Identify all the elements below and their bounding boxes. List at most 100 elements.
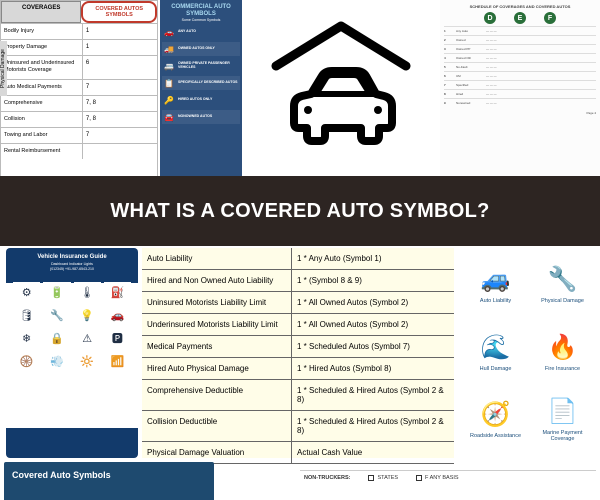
truck-icon: 🚚: [163, 44, 175, 54]
policy-value: 1 * All Owned Autos (Symbol 2): [292, 292, 454, 313]
van-icon: 🚐: [163, 61, 175, 71]
policy-label: Uninsured Motorists Liability Limit: [142, 292, 292, 313]
cov-row-label: Bodily Injury: [1, 24, 83, 39]
non-truckers-label: NON-TRUCKERS:: [304, 475, 350, 481]
guide-brand: ENJOY: [10, 388, 134, 395]
ins-icon-cell: 🌊 Hull Damage: [464, 321, 527, 384]
ins-icon-cell: 🔥 Fire Insurance: [531, 321, 594, 384]
fragment-form-checkboxes: NON-TRUCKERS: STATES F ANY BASIS: [300, 470, 596, 500]
tile-insurance-icon-grid: 🚙Auto Liability 🔧 Physical Damage 🌊 Hull D…: [458, 248, 600, 458]
fire-icon: 🔥: [548, 334, 578, 363]
coverages-header-right-circled: COVERED AUTOS SYMBOLS: [81, 1, 157, 23]
guide-phone: (012345) +91-987-6543-210: [10, 267, 134, 271]
checkbox-icon: [416, 475, 422, 481]
cov-row-label: Towing and Labor: [1, 128, 83, 143]
guide-title: Vehicle Insurance Guide: [10, 254, 134, 261]
badge-d: D: [484, 12, 496, 24]
document-icon: 📄: [548, 398, 578, 427]
water-icon: 🌊: [481, 334, 511, 363]
commercial-title: COMMERCIAL AUTO SYMBOLS: [162, 4, 240, 17]
ins-icon-cell: 🧭 Roadside Assistance: [464, 389, 527, 452]
commercial-subtitle: Some Common Symbols: [162, 18, 240, 22]
sym-label: HIRED AUTOS ONLY: [178, 98, 239, 102]
dash-icon: 💨: [43, 351, 70, 371]
dash-icon: 🔒: [43, 328, 70, 348]
ins-icon-cell: 📄Marine Payment Coverage: [531, 389, 594, 452]
dash-icon: 🔆: [74, 351, 101, 371]
tile-policy-symbols-table: Auto Liability1 * Any Auto (Symbol 1) Hi…: [142, 248, 454, 458]
dash-icon: ⚠: [74, 328, 101, 348]
ins-icon-cell: 🚙Auto Liability: [464, 254, 527, 317]
image-collage: Joyanswer.org COVERAGES COVERED AUTOS SY…: [0, 0, 600, 500]
sym-label: NONOWNED AUTOS: [178, 115, 239, 119]
cov-row-val: 7, 8: [83, 96, 157, 111]
tile-vehicle-insurance-guide: Vehicle Insurance Guide Dashboard Indica…: [6, 248, 138, 458]
cov-row-label: Uninsured and Underinsured Motorists Cov…: [1, 56, 83, 78]
policy-value: 1 * Scheduled & Hired Autos (Symbol 2 & …: [292, 411, 454, 441]
dash-icon: 🛞: [13, 351, 40, 371]
cov-row-label: Property Damage: [1, 40, 83, 55]
car-under-roof-icon: [266, 18, 416, 158]
policy-label: Comprehensive Deductible: [142, 380, 292, 410]
cov-row-val: 1: [83, 24, 157, 39]
tile-covered-auto-icon: [246, 0, 436, 176]
dash-icon: 🅿: [104, 328, 131, 348]
guide-subtitle: Dashboard Indicator Lights: [10, 262, 134, 266]
ins-label: Roadside Assistance: [470, 433, 521, 440]
dash-icon: 💡: [74, 305, 101, 325]
policy-value: 1 * Hired Autos (Symbol 8): [292, 358, 454, 379]
policy-label: Hired Auto Physical Damage: [142, 358, 292, 379]
key-icon: 🔑: [163, 95, 175, 105]
ins-label: Physical Damage: [541, 298, 584, 305]
policy-label: Underinsured Motorists Liability Limit: [142, 314, 292, 335]
car-icon: 🚗: [163, 27, 175, 37]
ins-icon-cell: 🔧 Physical Damage: [531, 254, 594, 317]
policy-label: Hired and Non Owned Auto Liability: [142, 270, 292, 291]
checkbox-any-basis: F ANY BASIS: [416, 475, 459, 481]
compass-icon: 🧭: [481, 401, 511, 430]
guide-icon-grid: ⚙ 🔋 🌡 ⛽ 🛢 🔧 💡 🚗 ❄ 🔒 ⚠ 🅿 🛞 💨 🔆 📶: [10, 279, 134, 374]
ins-label: Hull Damage: [480, 366, 512, 373]
cov-row-val: 7: [83, 128, 157, 143]
badge-e: E: [514, 12, 526, 24]
chk-label: F ANY BASIS: [425, 475, 459, 481]
schedule-title: SCHEDULE OF COVERAGES AND COVERED AUTOS: [444, 4, 596, 9]
dash-icon: 🚗: [104, 305, 131, 325]
policy-label: Medical Payments: [142, 336, 292, 357]
car-shield-icon: 🚙: [481, 266, 511, 295]
schedule-letter-badges: D E F: [444, 12, 596, 24]
policy-value: 1 * (Symbol 8 & 9): [292, 270, 454, 291]
cov-row-label: Auto Medical Payments: [1, 80, 83, 95]
tile-schedule-document: SCHEDULE OF COVERAGES AND COVERED AUTOS …: [440, 0, 600, 176]
policy-label: Physical Damage Valuation: [142, 442, 292, 463]
clipboard-icon: 📋: [163, 78, 175, 88]
policy-value: 1 * All Owned Autos (Symbol 2): [292, 314, 454, 335]
dash-icon: ⚙: [13, 282, 40, 302]
guide-footer: Size & Lightness Includes: [10, 378, 134, 383]
cov-row-label: Comprehensive: [1, 96, 83, 111]
fragment-covered-auto-symbols-header: Covered Auto Symbols: [4, 462, 214, 500]
cov-row-val: 7: [83, 80, 157, 95]
coverages-header-left: COVERAGES: [1, 1, 81, 23]
schedule-page-number: Page 4: [444, 111, 596, 115]
cov-row-val: [83, 144, 157, 159]
sym-label: ANY AUTO: [178, 30, 239, 34]
dash-icon: ❄: [13, 328, 40, 348]
chk-label: STATES: [377, 475, 398, 481]
dash-icon: 🛢: [13, 305, 40, 325]
tile-commercial-auto-symbols: COMMERCIAL AUTO SYMBOLS Some Common Symb…: [160, 0, 242, 180]
policy-value: Actual Cash Value: [292, 442, 454, 463]
dash-icon: 🔋: [43, 282, 70, 302]
physical-damage-side-label: Physical Damage: [0, 41, 7, 96]
cov-row-val: 6: [83, 56, 157, 78]
policy-value: 1 * Scheduled Autos (Symbol 7): [292, 336, 454, 357]
policy-value: 1 * Scheduled & Hired Autos (Symbol 2 & …: [292, 380, 454, 410]
main-title-overlay: WHAT IS A COVERED AUTO SYMBOL?: [0, 176, 600, 246]
ins-label: Fire Insurance: [545, 366, 580, 373]
dash-icon: ⛽: [104, 282, 131, 302]
cov-row-label: Rental Reimbursement: [1, 144, 83, 159]
tile-coverages-table: COVERAGES COVERED AUTOS SYMBOLS Bodily I…: [0, 0, 158, 180]
wrench-icon: 🔧: [548, 266, 578, 295]
checkbox-icon: [368, 475, 374, 481]
badge-f: F: [544, 12, 556, 24]
